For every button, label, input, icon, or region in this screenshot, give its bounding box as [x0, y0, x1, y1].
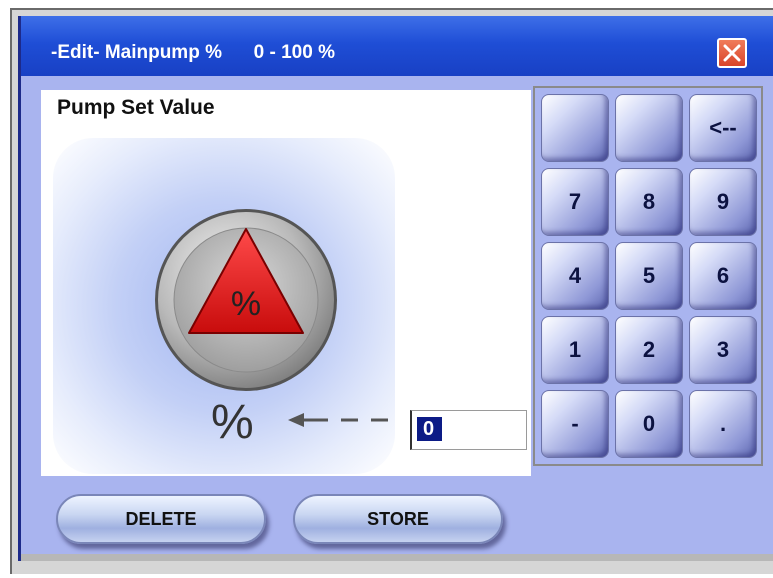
key-5[interactable]: 5: [615, 242, 683, 310]
store-button[interactable]: STORE: [293, 494, 503, 544]
close-button[interactable]: [717, 38, 747, 68]
set-value-panel: Pump Set Value % % 0: [41, 90, 531, 476]
key-1[interactable]: 1: [541, 316, 609, 384]
key-decimal[interactable]: .: [689, 390, 757, 458]
numeric-keypad: <-- 7 8 9 4 5 6 1 2 3 - 0 .: [533, 86, 763, 466]
key-blank-2[interactable]: [615, 94, 683, 162]
delete-button[interactable]: DELETE: [56, 494, 266, 544]
key-4[interactable]: 4: [541, 242, 609, 310]
key-minus[interactable]: -: [541, 390, 609, 458]
key-0[interactable]: 0: [615, 390, 683, 458]
unit-label: %: [211, 396, 254, 449]
key-7[interactable]: 7: [541, 168, 609, 236]
pump-icon-text: %: [231, 285, 261, 323]
key-8[interactable]: 8: [615, 168, 683, 236]
dashed-arrow-left-icon: [288, 413, 388, 427]
key-2[interactable]: 2: [615, 316, 683, 384]
key-3[interactable]: 3: [689, 316, 757, 384]
value-text: 0: [417, 417, 443, 441]
dialog-title: -Edit- Mainpump % 0 - 100 %: [51, 42, 335, 63]
close-x-icon: [723, 44, 741, 62]
key-backspace[interactable]: <--: [689, 94, 757, 162]
key-blank-1[interactable]: [541, 94, 609, 162]
percent-triangle-icon: %: [155, 209, 337, 391]
bottom-strip: [21, 554, 773, 561]
edit-dialog: -Edit- Mainpump % 0 - 100 % Pump Set Val…: [18, 16, 773, 561]
key-9[interactable]: 9: [689, 168, 757, 236]
panel-title: Pump Set Value: [57, 96, 215, 119]
value-input[interactable]: 0: [410, 410, 527, 450]
title-bar: -Edit- Mainpump % 0 - 100 %: [21, 16, 773, 76]
key-6[interactable]: 6: [689, 242, 757, 310]
